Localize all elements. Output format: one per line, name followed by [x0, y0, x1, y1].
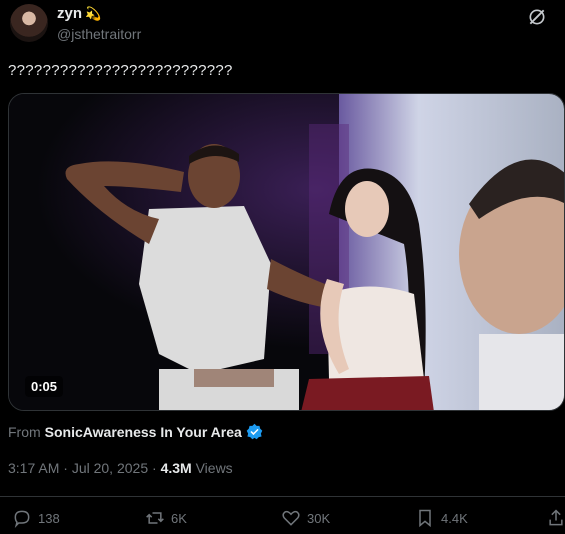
avatar[interactable] [10, 4, 48, 42]
name-emoji: 💫 [85, 5, 102, 21]
video-player[interactable]: 0:05 [8, 93, 565, 411]
repost-icon [146, 512, 164, 524]
heart-icon [282, 510, 300, 526]
author-name[interactable]: zyn 💫 [57, 5, 101, 22]
bookmark-button[interactable]: 4.4K [415, 508, 468, 528]
bookmark-count: 4.4K [441, 510, 468, 526]
verified-icon [246, 423, 263, 440]
views-label: Views [191, 460, 233, 476]
like-button[interactable]: 30K [281, 508, 330, 528]
source-attribution: From SonicAwareness In Your Area [8, 423, 263, 440]
video-frame [9, 94, 564, 410]
action-bar: 138 6K 30K 4.4K [0, 506, 565, 534]
tweet-meta: 3:17 AM · Jul 20, 2025 · 4.3M Views [8, 460, 233, 476]
views-count: 4.3M [160, 460, 192, 476]
reply-count: 138 [38, 510, 60, 526]
repost-count: 6K [171, 510, 187, 526]
author-handle[interactable]: @jsthetraitorr [57, 26, 141, 42]
source-account[interactable]: SonicAwareness In Your Area [45, 424, 242, 440]
tweet-text: ?????????????????????????? [8, 62, 233, 79]
reply-icon [14, 510, 30, 528]
source-prefix: From [8, 423, 41, 440]
author-name-text[interactable]: zyn [57, 5, 82, 22]
tweet-time[interactable]: 3:17 AM [8, 460, 59, 476]
repost-button[interactable]: 6K [145, 508, 187, 528]
share-icon [549, 509, 563, 526]
tweet-date[interactable]: Jul 20, 2025 [72, 460, 148, 476]
grok-icon[interactable] [527, 7, 547, 27]
bookmark-icon [419, 509, 431, 528]
share-button[interactable] [546, 508, 565, 528]
like-count: 30K [307, 510, 331, 526]
video-duration: 0:05 [25, 376, 64, 397]
meta-separator-2: · [148, 460, 161, 476]
reply-button[interactable]: 138 [12, 508, 60, 528]
divider [0, 496, 565, 497]
meta-separator: · [59, 460, 72, 476]
